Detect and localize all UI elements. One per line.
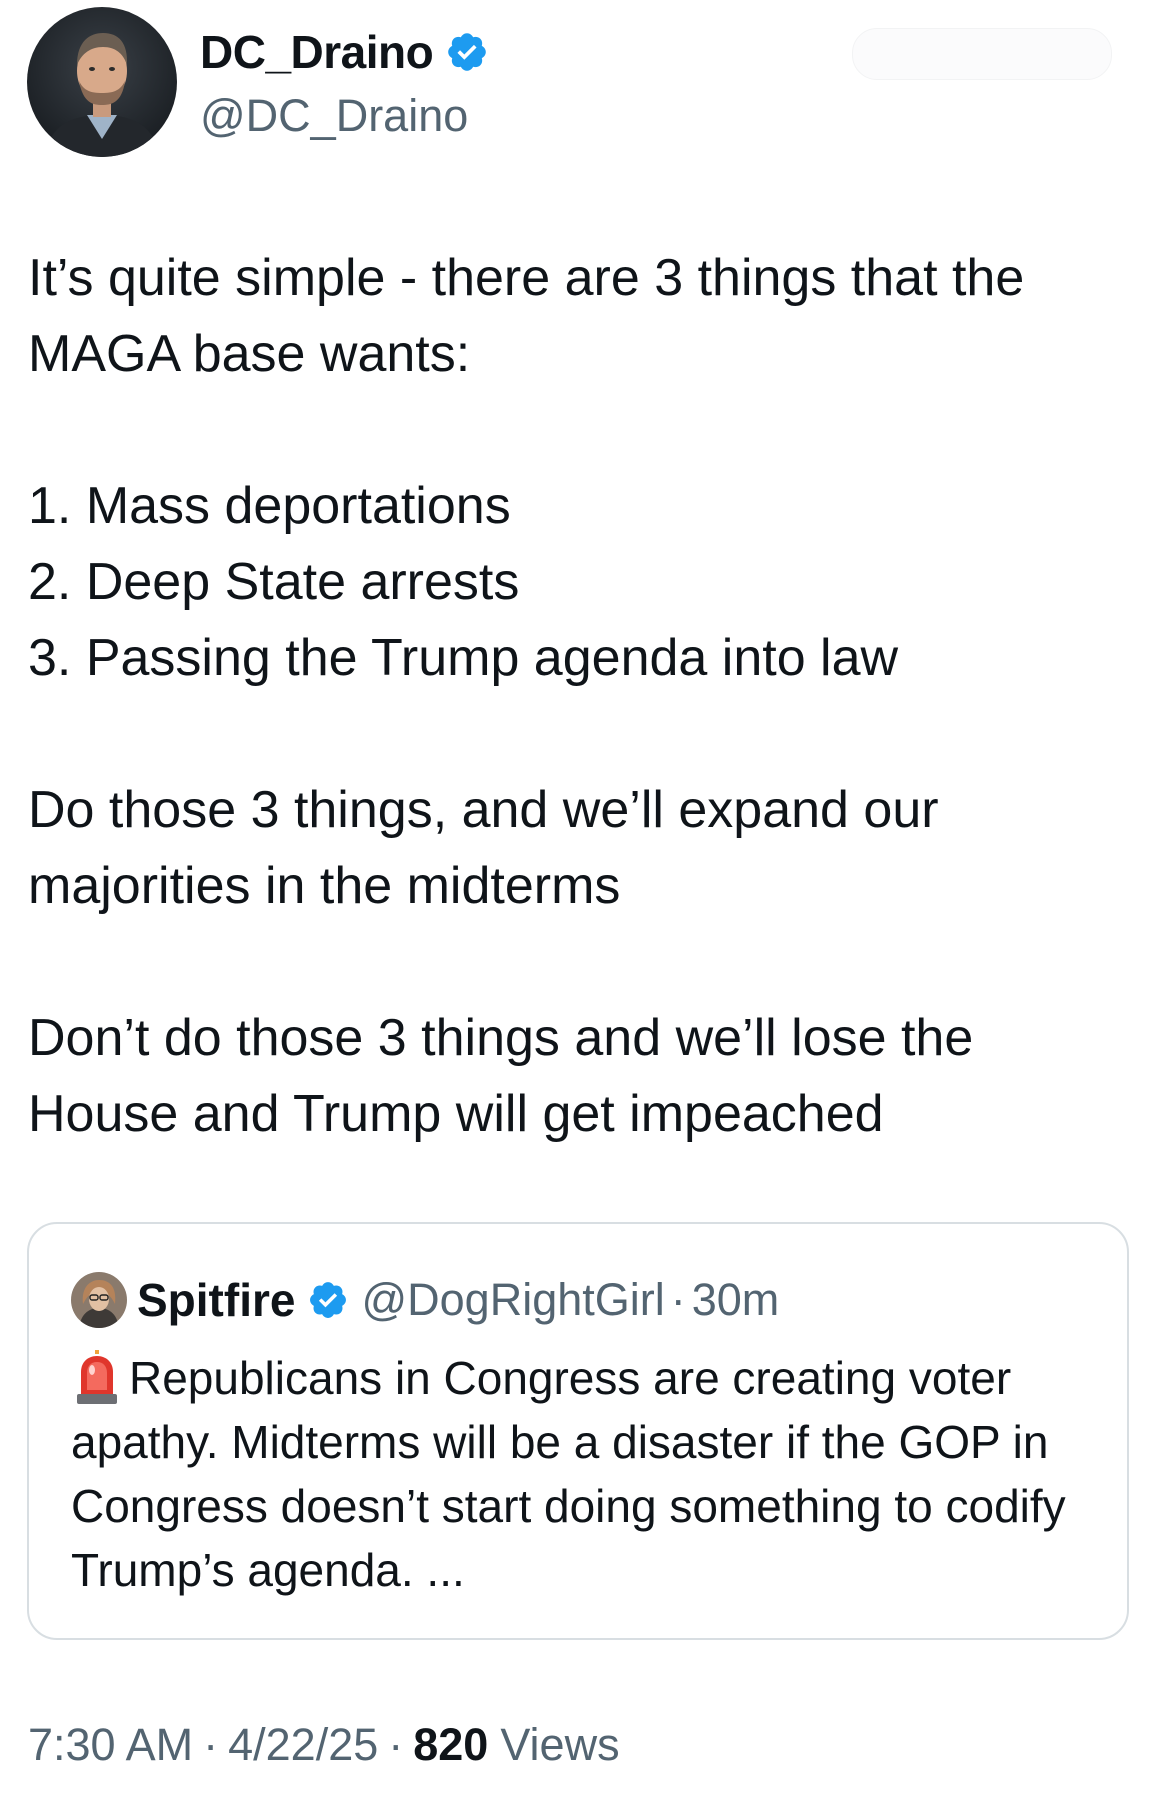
tweet: DC_Draino @DC_Draino It’s quite simple -… bbox=[0, 0, 1170, 1811]
separator-dot: · bbox=[203, 1719, 219, 1770]
siren-icon bbox=[71, 1350, 123, 1404]
profile-photo bbox=[71, 1272, 127, 1328]
author-display-name[interactable]: DC_Draino bbox=[200, 25, 434, 79]
tweet-time[interactable]: 7:30 AM bbox=[28, 1719, 193, 1771]
quoted-tweet-body: Republicans in Congress are creating vot… bbox=[71, 1352, 1066, 1596]
author-handle[interactable]: @DC_Draino bbox=[200, 90, 468, 142]
list-item-1: 1. Mass deportations bbox=[28, 477, 511, 535]
quoted-handle[interactable]: @DogRightGirl bbox=[361, 1274, 664, 1326]
quoted-timestamp[interactable]: 30m bbox=[692, 1274, 780, 1326]
list-item-2: 2. Deep State arrests bbox=[28, 553, 520, 611]
tweet-text: It’s quite simple - there are 3 things t… bbox=[28, 240, 1148, 1152]
verified-badge-icon[interactable] bbox=[445, 30, 489, 74]
views-count[interactable]: 820 bbox=[413, 1719, 488, 1771]
author-avatar[interactable] bbox=[27, 7, 177, 157]
quoted-display-name[interactable]: Spitfire bbox=[137, 1273, 295, 1327]
tweet-intro: It’s quite simple - there are 3 things t… bbox=[28, 249, 1025, 383]
verified-badge-icon[interactable] bbox=[307, 1279, 349, 1321]
views-label[interactable]: Views bbox=[500, 1719, 619, 1771]
quoted-author-avatar[interactable] bbox=[71, 1272, 127, 1328]
quoted-tweet-header: Spitfire @DogRightGirl · 30m bbox=[71, 1272, 779, 1328]
tweet-meta: 7:30 AM · 4/22/25 · 820 Views bbox=[28, 1715, 620, 1775]
profile-photo bbox=[27, 7, 177, 157]
tweet-paragraph-3: Don’t do those 3 things and we’ll lose t… bbox=[28, 1009, 974, 1143]
separator-dot: · bbox=[388, 1719, 404, 1770]
quoted-tweet-card[interactable]: Spitfire @DogRightGirl · 30m Republicans… bbox=[27, 1222, 1129, 1640]
follow-button[interactable] bbox=[852, 28, 1112, 80]
tweet-paragraph-2: Do those 3 things, and we’ll expand our … bbox=[28, 781, 939, 915]
author-name-row: DC_Draino bbox=[200, 20, 489, 84]
list-item-3: 3. Passing the Trump agenda into law bbox=[28, 629, 899, 687]
tweet-date[interactable]: 4/22/25 bbox=[228, 1719, 378, 1771]
separator-dot: · bbox=[670, 1274, 686, 1325]
quoted-tweet-text: Republicans in Congress are creating vot… bbox=[71, 1346, 1081, 1602]
